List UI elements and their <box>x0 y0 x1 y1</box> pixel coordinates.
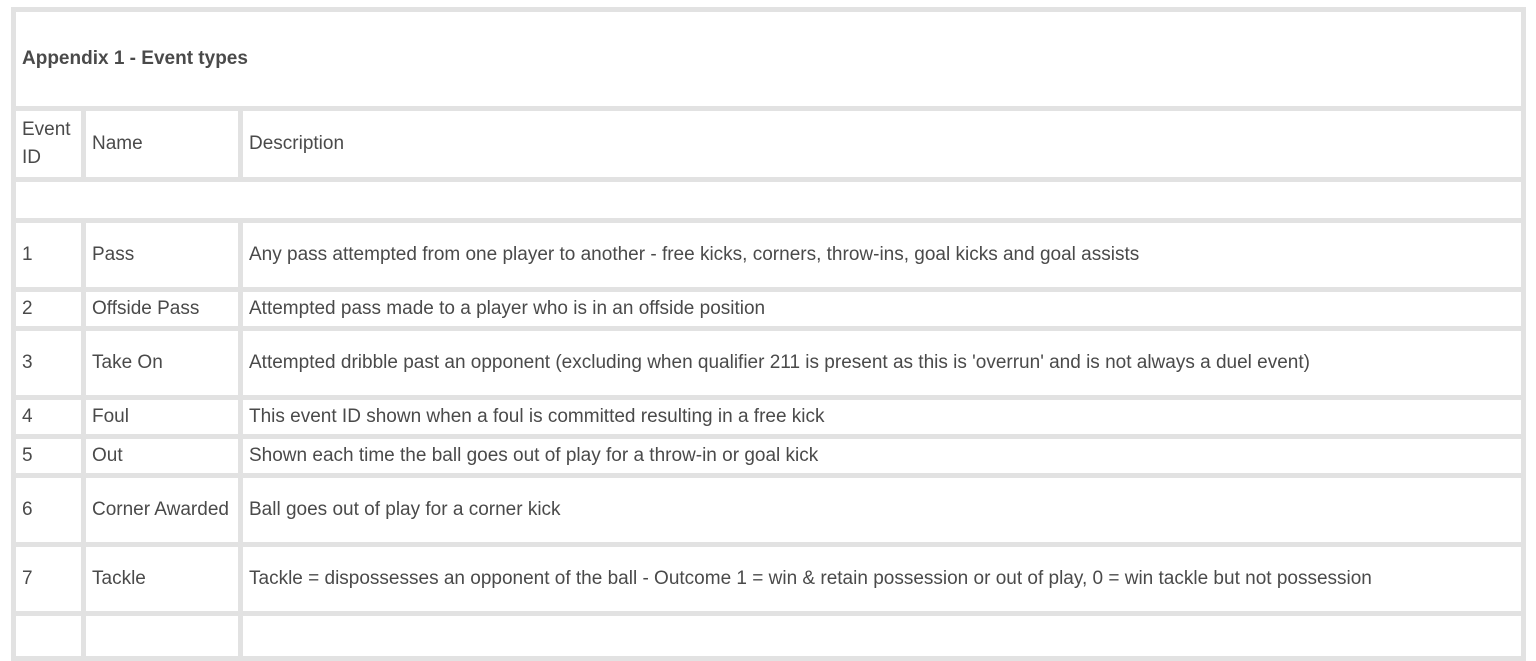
table-row: 5 Out Shown each time the ball goes out … <box>16 439 1521 473</box>
event-name-cell: Tackle <box>86 547 238 611</box>
event-id-cell: 4 <box>16 400 81 434</box>
event-name-cell: Take On <box>86 331 238 395</box>
page: Appendix 1 - Event types Event ID Name D… <box>11 7 1526 661</box>
table-row <box>16 616 1521 656</box>
header-event-id: Event ID <box>16 111 81 177</box>
event-description-cell <box>243 616 1521 656</box>
appendix-title: Appendix 1 - Event types <box>16 12 1521 106</box>
event-name-cell: Foul <box>86 400 238 434</box>
header-description: Description <box>243 111 1521 177</box>
event-types-table: Appendix 1 - Event types Event ID Name D… <box>11 7 1526 661</box>
event-id-cell <box>16 616 81 656</box>
event-name-cell: Offside Pass <box>86 292 238 326</box>
event-name-cell: Out <box>86 439 238 473</box>
event-name-cell: Corner Awarded <box>86 478 238 542</box>
event-description-cell: Ball goes out of play for a corner kick <box>243 478 1521 542</box>
event-id-cell: 1 <box>16 223 81 287</box>
table-row: 4 Foul This event ID shown when a foul i… <box>16 400 1521 434</box>
title-row: Appendix 1 - Event types <box>16 12 1521 106</box>
table-row: 3 Take On Attempted dribble past an oppo… <box>16 331 1521 395</box>
empty-cell <box>16 182 1521 218</box>
event-id-cell: 3 <box>16 331 81 395</box>
event-description-cell: Attempted dribble past an opponent (excl… <box>243 331 1521 395</box>
event-id-cell: 6 <box>16 478 81 542</box>
event-description-cell: Tackle = dispossesses an opponent of the… <box>243 547 1521 611</box>
table-row: 6 Corner Awarded Ball goes out of play f… <box>16 478 1521 542</box>
table-row: 7 Tackle Tackle = dispossesses an oppone… <box>16 547 1521 611</box>
event-description-cell: This event ID shown when a foul is commi… <box>243 400 1521 434</box>
event-description-cell: Any pass attempted from one player to an… <box>243 223 1521 287</box>
header-row: Event ID Name Description <box>16 111 1521 177</box>
event-id-cell: 7 <box>16 547 81 611</box>
event-description-cell: Attempted pass made to a player who is i… <box>243 292 1521 326</box>
event-id-cell: 5 <box>16 439 81 473</box>
table-row: 1 Pass Any pass attempted from one playe… <box>16 223 1521 287</box>
event-name-cell: Pass <box>86 223 238 287</box>
spacer-row <box>16 182 1521 218</box>
header-name: Name <box>86 111 238 177</box>
table-row: 2 Offside Pass Attempted pass made to a … <box>16 292 1521 326</box>
event-name-cell <box>86 616 238 656</box>
event-id-cell: 2 <box>16 292 81 326</box>
event-description-cell: Shown each time the ball goes out of pla… <box>243 439 1521 473</box>
